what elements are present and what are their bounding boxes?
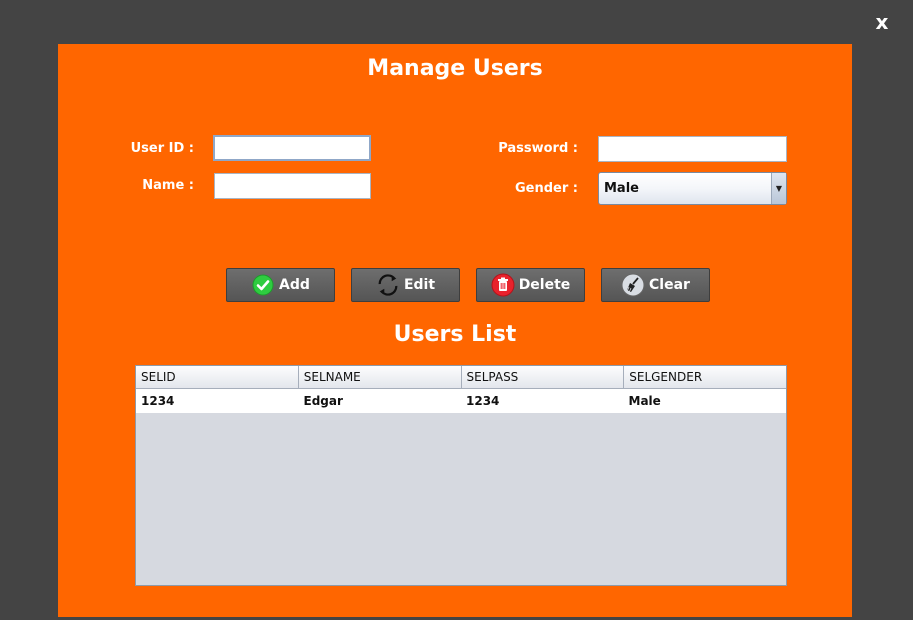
users-table: SELID SELNAME SELPASS SELGENDER 1234 Edg…	[135, 365, 787, 586]
check-circle-icon	[251, 273, 275, 297]
edit-button[interactable]: Edit	[351, 268, 460, 302]
page-title: Manage Users	[367, 56, 543, 81]
cell-selname: Edgar	[303, 394, 343, 408]
column-header-selid[interactable]: SELID	[136, 366, 299, 388]
cell-selid: 1234	[141, 394, 175, 408]
name-field[interactable]	[214, 173, 371, 199]
manage-users-panel: Manage Users User ID : Name : Password :…	[58, 44, 852, 617]
table-row[interactable]: 1234 Edgar 1234 Male	[136, 389, 786, 413]
clear-button[interactable]: Clear	[601, 268, 710, 302]
users-list-title: Users List	[393, 322, 517, 347]
trash-icon	[491, 273, 515, 297]
gender-label: Gender :	[514, 181, 578, 196]
refresh-icon	[376, 273, 400, 297]
add-button-label: Add	[279, 277, 310, 293]
edit-button-label: Edit	[403, 277, 436, 293]
column-header-selgender[interactable]: SELGENDER	[624, 366, 786, 388]
gender-selected-value: Male	[604, 181, 639, 196]
column-header-selname[interactable]: SELNAME	[299, 366, 462, 388]
cell-selgender: Male	[628, 394, 661, 408]
user-id-label: User ID :	[130, 141, 194, 156]
table-header: SELID SELNAME SELPASS SELGENDER	[136, 366, 786, 389]
cell-selpass: 1234	[466, 394, 500, 408]
clear-button-label: Clear	[649, 277, 690, 293]
name-label: Name :	[142, 178, 194, 193]
column-header-selpass[interactable]: SELPASS	[462, 366, 625, 388]
user-id-field[interactable]	[213, 135, 371, 161]
password-field[interactable]	[598, 136, 787, 162]
add-button[interactable]: Add	[226, 268, 335, 302]
broom-icon	[621, 273, 645, 297]
gender-select[interactable]: Male ▼	[598, 172, 787, 205]
delete-button[interactable]: Delete	[476, 268, 585, 302]
delete-button-label: Delete	[518, 277, 571, 293]
password-label: Password :	[498, 141, 578, 156]
close-button[interactable]: x	[872, 9, 892, 35]
chevron-down-icon[interactable]: ▼	[771, 173, 786, 204]
